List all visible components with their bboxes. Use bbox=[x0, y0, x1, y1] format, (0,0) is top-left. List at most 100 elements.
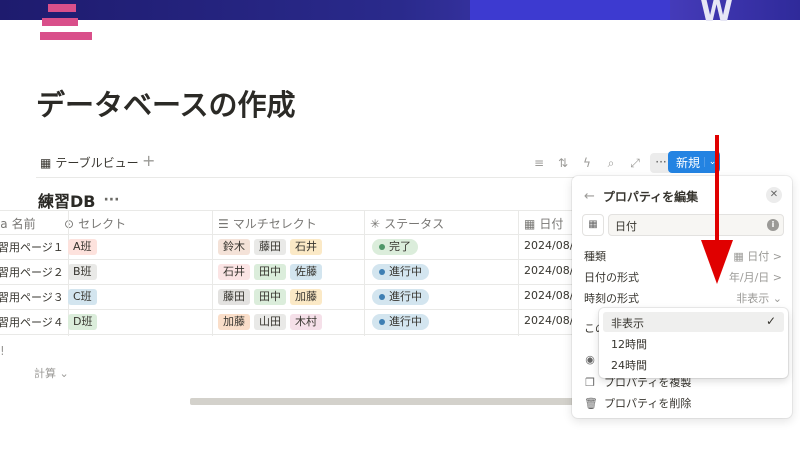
cell-select[interactable]: D班 bbox=[68, 314, 98, 330]
option-label: 24時間 bbox=[611, 359, 647, 372]
cell-select[interactable]: A班 bbox=[68, 239, 97, 255]
annotation-arrowhead-icon bbox=[701, 240, 733, 284]
column-header-label: 日付 bbox=[539, 217, 564, 231]
multi-tag: 佐藤 bbox=[290, 264, 322, 280]
table-row[interactable]: 習用ページ４ D班 加藤 山田 木村 進行中 2024/08/2 bbox=[0, 310, 600, 335]
annotation-arrow-icon bbox=[715, 135, 719, 245]
multi-tag: 藤田 bbox=[254, 239, 286, 255]
page-cover[interactable]: W bbox=[0, 0, 800, 29]
add-row-button[interactable]: ! bbox=[0, 344, 5, 358]
multi-tag: 石井 bbox=[218, 264, 250, 280]
page-icon-bar bbox=[42, 18, 78, 26]
property-type-icon-button[interactable]: ▦ bbox=[582, 214, 604, 236]
property-name-value: 日付 bbox=[615, 220, 637, 233]
column-header-label: マルチセレクト bbox=[232, 217, 317, 231]
cell-multiselect[interactable]: 鈴木 藤田 石井 bbox=[218, 239, 322, 255]
multi-tag: 藤田 bbox=[218, 289, 250, 305]
dropdown-option-hidden[interactable]: 非表示 ✓ bbox=[603, 312, 784, 332]
multi-tag: 山田 bbox=[254, 314, 286, 330]
table-row[interactable]: 習用ページ２ B班 石井 田中 佐藤 進行中 2024/08/2 bbox=[0, 260, 600, 285]
column-header-label: ステータス bbox=[384, 217, 445, 231]
info-icon[interactable]: i bbox=[767, 219, 779, 231]
add-view-button[interactable]: + bbox=[142, 151, 155, 170]
horizontal-scrollbar[interactable] bbox=[190, 398, 580, 405]
cell-select[interactable]: B班 bbox=[68, 264, 97, 280]
text-icon: Aa bbox=[0, 216, 8, 231]
cell-status[interactable]: 進行中 bbox=[372, 264, 429, 280]
property-name-input[interactable]: 日付 i bbox=[608, 214, 784, 236]
multi-tag: 田中 bbox=[254, 264, 286, 280]
cell-select[interactable]: C班 bbox=[68, 289, 97, 305]
calculate-button[interactable]: 計算 ⌄ bbox=[34, 365, 69, 381]
back-arrow-icon[interactable]: ← bbox=[584, 189, 595, 204]
filter-icon[interactable]: ≡ bbox=[530, 154, 548, 172]
row-value: ▦ 日付 > bbox=[733, 250, 782, 263]
dropdown-option-24h[interactable]: 24時間 bbox=[603, 354, 784, 374]
cell-status[interactable]: 完了 bbox=[372, 239, 418, 255]
view-tab-label: テーブルビュー bbox=[55, 156, 139, 170]
property-type-row[interactable]: 種類 ▦ 日付 > bbox=[584, 248, 782, 264]
lightning-icon[interactable]: ϟ bbox=[578, 154, 596, 172]
row-value: 非表示 ⌄ bbox=[736, 292, 782, 305]
table-row[interactable]: 習用ページ１ A班 鈴木 藤田 石井 完了 2024/08/2 bbox=[0, 235, 600, 260]
status-label: 進行中 bbox=[389, 315, 422, 328]
cell-multiselect[interactable]: 藤田 田中 加藤 bbox=[218, 289, 322, 305]
cell-name[interactable]: 習用ページ２ bbox=[0, 264, 64, 280]
check-icon: ✓ bbox=[765, 314, 776, 328]
multi-tag: 木村 bbox=[290, 314, 322, 330]
page-title[interactable]: データベースの作成 bbox=[36, 82, 296, 124]
status-dot bbox=[379, 294, 385, 300]
new-button[interactable]: 新規 ⌄ bbox=[668, 151, 720, 173]
cell-name[interactable]: 習用ページ１ bbox=[0, 239, 64, 255]
multi-tag: 田中 bbox=[254, 289, 286, 305]
status-label: 完了 bbox=[389, 240, 411, 253]
status-dot bbox=[379, 269, 385, 275]
status-badge: 進行中 bbox=[372, 314, 429, 330]
status-dot bbox=[379, 319, 385, 325]
database-title-text[interactable]: 練習DB bbox=[38, 188, 95, 212]
row-label: 時刻の形式 bbox=[584, 292, 639, 305]
expand-icon[interactable]: ⤢ bbox=[626, 154, 644, 172]
database-more-button[interactable]: ··· bbox=[103, 192, 119, 208]
property-edit-panel: ← プロパティを編集 ✕ ▦ 日付 i 種類 ▦ 日付 > 日付の形式 年/月/… bbox=[572, 176, 792, 418]
delete-property-item[interactable]: 🗑 プロパティを削除 bbox=[584, 395, 691, 411]
multi-tag: 加藤 bbox=[218, 314, 250, 330]
option-label: 非表示 bbox=[611, 317, 644, 330]
view-bar: ▦ テーブルビュー + ≡ ⇅ ϟ ⌕ ⤢ ··· 新規 ⌄ bbox=[36, 150, 722, 178]
notion-page: W データベースの作成 ▦ テーブルビュー + ≡ ⇅ ϟ ⌕ ⤢ ··· 新規… bbox=[0, 0, 800, 450]
cell-name[interactable]: 習用ページ３ bbox=[0, 289, 64, 305]
close-icon[interactable]: ✕ bbox=[766, 187, 782, 203]
column-header-multiselect[interactable]: ☰ マルチセレクト bbox=[218, 215, 317, 232]
new-button-label: 新規 bbox=[676, 155, 701, 170]
multi-tag: 石井 bbox=[290, 239, 322, 255]
cell-status[interactable]: 進行中 bbox=[372, 289, 429, 305]
panel-header: ← プロパティを編集 bbox=[584, 188, 698, 205]
tab-table-view[interactable]: ▦ テーブルビュー bbox=[40, 154, 139, 171]
cell-multiselect[interactable]: 石井 田中 佐藤 bbox=[218, 264, 322, 280]
time-format-dropdown: 非表示 ✓ 12時間 24時間 bbox=[599, 308, 788, 378]
table-icon: ▦ bbox=[40, 155, 52, 170]
column-header-label: 名前 bbox=[11, 217, 36, 231]
row-label: 種類 bbox=[584, 250, 606, 263]
time-format-row[interactable]: 時刻の形式 非表示 ⌄ bbox=[584, 290, 782, 306]
status-dot bbox=[379, 244, 385, 250]
page-icon-bar bbox=[48, 4, 76, 12]
column-header-select[interactable]: ⊙ セレクト bbox=[64, 215, 126, 232]
table-row[interactable]: 習用ページ３ C班 藤田 田中 加藤 進行中 2024/08/2 bbox=[0, 285, 600, 310]
search-icon[interactable]: ⌕ bbox=[602, 154, 620, 172]
column-header-date[interactable]: ▦ 日付 bbox=[524, 215, 563, 232]
view-toolbar: ≡ ⇅ ϟ ⌕ ⤢ ··· bbox=[530, 153, 672, 173]
cell-status[interactable]: 進行中 bbox=[372, 314, 429, 330]
page-icon[interactable] bbox=[40, 4, 92, 40]
date-format-row[interactable]: 日付の形式 年/月/日 > bbox=[584, 269, 782, 285]
dropdown-option-12h[interactable]: 12時間 bbox=[603, 333, 784, 353]
status-badge: 完了 bbox=[372, 239, 418, 255]
sort-icon[interactable]: ⇅ bbox=[554, 154, 572, 172]
status-icon: ✳ bbox=[370, 216, 381, 231]
cell-multiselect[interactable]: 加藤 山田 木村 bbox=[218, 314, 322, 330]
duplicate-icon: ❐ bbox=[585, 375, 595, 389]
column-header-name[interactable]: Aa 名前 bbox=[0, 215, 36, 232]
cell-name[interactable]: 習用ページ４ bbox=[0, 314, 64, 330]
column-header-status[interactable]: ✳ ステータス bbox=[370, 215, 444, 232]
select-tag: B班 bbox=[68, 264, 97, 280]
